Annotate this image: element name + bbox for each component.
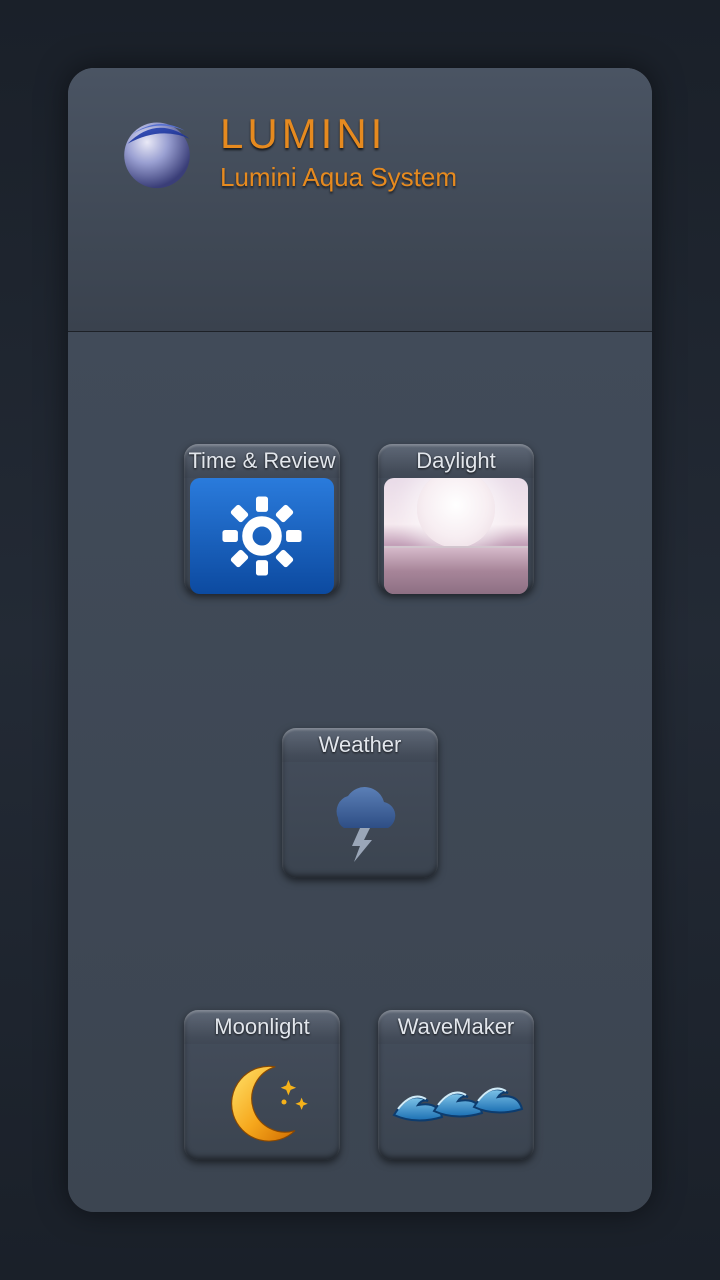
tile-label: WaveMaker <box>378 1010 534 1044</box>
brand-title: LUMINI <box>220 110 457 158</box>
tile-wavemaker[interactable]: WaveMaker <box>378 1010 534 1160</box>
gear-icon <box>190 478 334 594</box>
brand-logo-icon <box>116 111 198 193</box>
tile-label: Daylight <box>378 444 534 478</box>
main-panel: LUMINI Lumini Aqua System Time & Review <box>68 68 652 1212</box>
tile-moonlight[interactable]: Moonlight <box>184 1010 340 1160</box>
tile-label: Time & Review <box>184 444 340 478</box>
storm-icon <box>288 762 432 878</box>
brand-subtitle: Lumini Aqua System <box>220 162 457 193</box>
tile-weather[interactable]: Weather <box>282 728 438 878</box>
moon-icon <box>190 1044 334 1160</box>
tile-daylight[interactable]: Daylight <box>378 444 534 594</box>
sunrise-icon <box>384 478 528 594</box>
waves-icon <box>384 1044 528 1160</box>
tile-label: Weather <box>282 728 438 762</box>
header: LUMINI Lumini Aqua System <box>68 68 652 332</box>
menu-grid: Time & Review <box>68 332 652 1212</box>
brand: LUMINI Lumini Aqua System <box>116 110 457 193</box>
tile-time-review[interactable]: Time & Review <box>184 444 340 594</box>
tile-label: Moonlight <box>184 1010 340 1044</box>
